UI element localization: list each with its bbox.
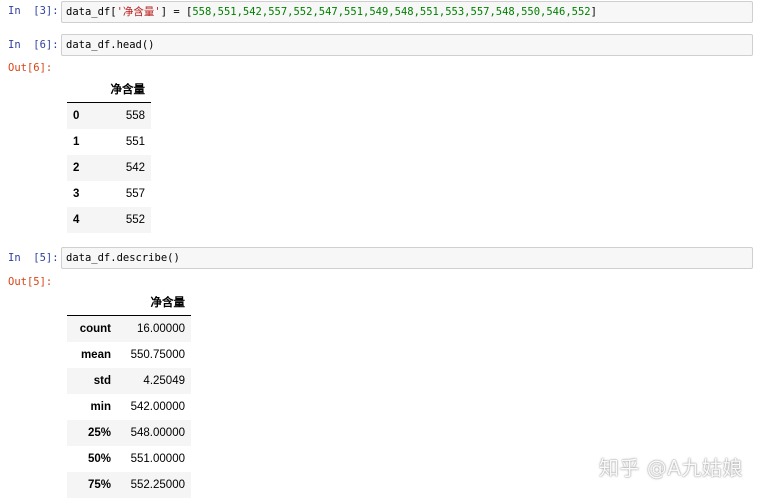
cell-value: 4.25049 bbox=[143, 375, 185, 387]
cell-value: 552.25000 bbox=[130, 479, 185, 491]
cell-value: 558 bbox=[125, 110, 145, 122]
row-index: 75% bbox=[87, 479, 111, 491]
column-header: 净含量 bbox=[117, 289, 191, 316]
dataframe-describe-table: 净含量 count 16.00000 mean 550.75000 std 4.… bbox=[67, 289, 191, 498]
code-input[interactable]: data_df.head() bbox=[61, 34, 753, 56]
row-index: 1 bbox=[73, 136, 80, 148]
row-index: 3 bbox=[73, 188, 80, 200]
code-assign: ] = [ bbox=[160, 6, 193, 18]
index-header bbox=[67, 76, 101, 103]
row-index: 4 bbox=[73, 214, 80, 226]
row-index: count bbox=[79, 323, 111, 335]
code-close-bracket: ] bbox=[590, 6, 597, 18]
row-index: 50% bbox=[87, 453, 111, 465]
cell-value: 552 bbox=[125, 214, 145, 226]
row-index: std bbox=[93, 375, 111, 387]
cell-value: 551 bbox=[125, 136, 145, 148]
row-index: 0 bbox=[73, 110, 80, 122]
code-number-list: 558,551,542,557,552,547,551,549,548,551,… bbox=[192, 6, 591, 18]
out-prompt: Out[5]: bbox=[8, 276, 53, 288]
cell-value: 542.00000 bbox=[130, 401, 185, 413]
in-prompt: In [5]: bbox=[8, 252, 59, 264]
table-row: min 542.00000 bbox=[67, 394, 191, 420]
table-row: 2 542 bbox=[67, 155, 151, 181]
cell-value: 557 bbox=[125, 188, 145, 200]
table-row: std 4.25049 bbox=[67, 368, 191, 394]
table-row: 0 558 bbox=[67, 102, 151, 129]
code-input[interactable]: data_df['净含量'] = [558,551,542,557,552,54… bbox=[61, 1, 753, 23]
row-index: 2 bbox=[73, 162, 80, 174]
cell-value: 542 bbox=[125, 162, 145, 174]
code-string-key: '净含量' bbox=[116, 6, 161, 18]
out-prompt: Out[6]: bbox=[8, 62, 53, 74]
table-row: 25% 548.00000 bbox=[67, 420, 191, 446]
dataframe-head-table: 净含量 0 558 1 551 2 542 3 557 4 552 bbox=[67, 76, 151, 233]
table-row: mean 550.75000 bbox=[67, 342, 191, 368]
table-row: 1 551 bbox=[67, 129, 151, 155]
row-index: 25% bbox=[87, 427, 111, 439]
row-index: mean bbox=[80, 349, 111, 361]
in-prompt: In [3]: bbox=[8, 5, 59, 17]
table-row: 3 557 bbox=[67, 181, 151, 207]
cell-value: 550.75000 bbox=[130, 349, 185, 361]
watermark: 知乎 @A九姑娘 bbox=[598, 456, 743, 480]
table-row: 75% 552.25000 bbox=[67, 472, 191, 498]
in-prompt: In [6]: bbox=[8, 39, 59, 51]
table-row: 4 552 bbox=[67, 207, 151, 233]
index-header bbox=[67, 289, 117, 316]
column-header: 净含量 bbox=[101, 76, 151, 103]
cell-value: 551.00000 bbox=[130, 453, 185, 465]
row-index: min bbox=[90, 401, 111, 413]
cell-value: 548.00000 bbox=[130, 427, 185, 439]
code-variable: data_df[ bbox=[66, 6, 117, 18]
code-input[interactable]: data_df.describe() bbox=[61, 247, 753, 269]
cell-value: 16.00000 bbox=[137, 323, 185, 335]
table-row: count 16.00000 bbox=[67, 315, 191, 342]
table-row: 50% 551.00000 bbox=[67, 446, 191, 472]
